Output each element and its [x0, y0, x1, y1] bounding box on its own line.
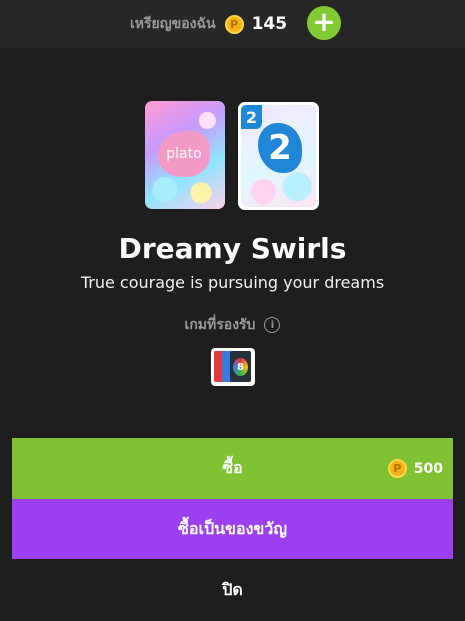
supported-games-label: เกมที่รองรับ [184, 317, 256, 333]
buy-button[interactable]: ซื้อ P 500 [12, 438, 453, 499]
gift-label: ซื้อเป็นของขวัญ [178, 518, 287, 538]
buy-label: ซื้อ [222, 458, 243, 477]
plus-icon: + [312, 5, 336, 38]
card-back-preview: plato [145, 101, 225, 209]
add-coins-button[interactable]: + [307, 6, 341, 40]
close-button[interactable]: ปิด [12, 559, 453, 621]
crazy-eights-game-icon[interactable]: 8 [211, 348, 255, 386]
card-corner-value: 2 [241, 105, 262, 129]
card-face-preview: 2 2 [238, 102, 319, 210]
coins-count: 145 [251, 14, 288, 34]
coins-balance: เหรียญของฉัน P 145 [130, 8, 287, 40]
supported-games-row: เกมที่รองรับ i [0, 314, 465, 336]
coins-label: เหรียญของฉัน [130, 16, 216, 32]
coin-icon: P [387, 459, 407, 478]
coin-icon: P [224, 14, 244, 34]
eight-icon: 8 [233, 358, 248, 376]
theme-tagline: True courage is pursuing your dreams [80, 273, 385, 292]
card-center-value: 2 [258, 123, 302, 173]
theme-title: Dreamy Swirls [118, 232, 347, 265]
price-value: 500 [413, 460, 443, 477]
price-tag: P 500 [387, 438, 443, 499]
plato-logo: plato [166, 146, 202, 162]
buy-as-gift-button[interactable]: ซื้อเป็นของขวัญ [12, 499, 453, 559]
info-icon[interactable]: i [264, 317, 281, 333]
close-label: ปิด [222, 579, 243, 599]
plato-logo-badge: plato [158, 131, 210, 177]
